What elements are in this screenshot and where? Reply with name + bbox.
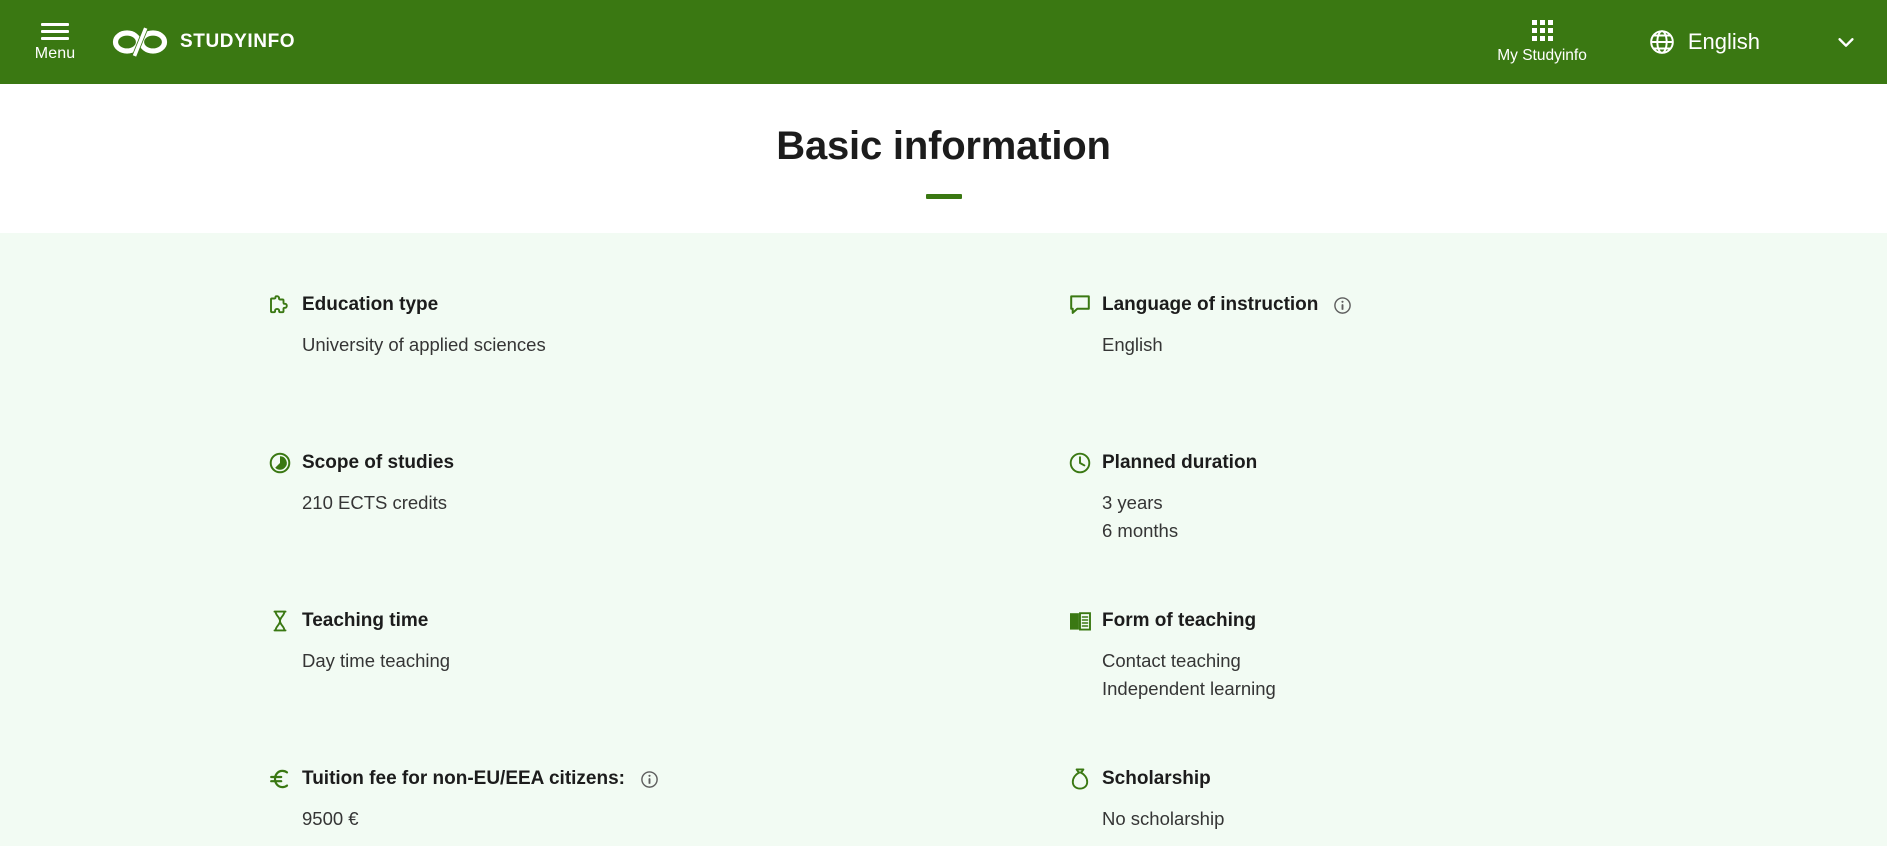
info-item-values: No scholarship: [1068, 805, 1868, 833]
basic-information-section: Education type University of applied scie…: [0, 233, 1887, 846]
info-item-label: Language of instruction: [1102, 293, 1319, 315]
page-title: Basic information: [776, 124, 1111, 168]
menu-toggle-button[interactable]: Menu: [24, 22, 86, 62]
info-item-values: English: [1068, 331, 1868, 359]
info-grid: Education type University of applied scie…: [0, 293, 1887, 846]
info-item-label: Education type: [302, 293, 439, 315]
info-item-values: Contact teaching Independent learning: [1068, 647, 1868, 703]
info-item-value: No scholarship: [1102, 808, 1225, 829]
page-title-band: Basic information: [0, 84, 1887, 233]
brand-home-link[interactable]: STUDYINFO: [112, 25, 295, 59]
info-item-label: Form of teaching: [1102, 609, 1257, 631]
info-item-header: Teaching time: [268, 609, 1068, 633]
chevron-down-icon[interactable]: [1835, 31, 1857, 53]
euro-icon: [268, 767, 292, 791]
info-item-value: 210 ECTS credits: [302, 492, 447, 513]
info-item-value: Contact teaching: [1102, 650, 1241, 671]
info-item-label: Scope of studies: [302, 451, 455, 473]
info-item-value: Day time teaching: [302, 650, 451, 671]
my-studyinfo-label: My Studyinfo: [1497, 47, 1587, 65]
info-item: Language of instruction English: [1068, 293, 1868, 401]
speech-bubble-icon: [1068, 293, 1092, 317]
open-book-icon: [1068, 609, 1092, 633]
info-item: Scholarship No scholarship: [1068, 767, 1868, 846]
header-right-controls: My Studyinfo English: [1483, 0, 1887, 84]
info-item-values: 9500 €: [268, 805, 1068, 833]
brand-name: STUDYINFO: [180, 31, 296, 52]
info-item: Teaching time Day time teaching: [268, 609, 1068, 717]
language-value: English: [1687, 29, 1760, 54]
puzzle-piece-icon: [268, 293, 292, 317]
info-icon[interactable]: [1333, 296, 1352, 315]
info-icon[interactable]: [640, 770, 659, 789]
info-item-values: University of applied sciences: [268, 331, 1068, 359]
info-item-value: 6 months: [1102, 520, 1179, 542]
info-item-value: Independent learning: [1102, 678, 1276, 700]
info-item-header: Education type: [268, 293, 1068, 317]
info-item-header: Tuition fee for non-EU/EEA citizens:: [268, 767, 1068, 791]
info-item-value: University of applied sciences: [302, 334, 546, 355]
info-item-value: 3 years: [1102, 492, 1163, 513]
hamburger-icon: [41, 22, 69, 40]
info-item-header: Planned duration: [1068, 451, 1868, 475]
info-item: Form of teaching Contact teaching Independ…: [1068, 609, 1868, 717]
menu-label: Menu: [34, 44, 76, 62]
info-item: Scope of studies 210 ECTS credits: [268, 451, 1068, 559]
title-underline-rule: [925, 194, 962, 199]
info-item-value: English: [1102, 334, 1163, 355]
info-item-label: Planned duration: [1102, 451, 1258, 473]
info-item-label: Teaching time: [302, 609, 429, 631]
info-item: Tuition fee for non-EU/EEA citizens: 9500…: [268, 767, 1068, 846]
grid-apps-icon: [1531, 20, 1553, 42]
info-item: Planned duration 3 years 6 months: [1068, 451, 1868, 559]
info-item-values: Day time teaching: [268, 647, 1068, 675]
info-item-value: 9500 €: [302, 808, 359, 829]
hourglass-icon: [268, 609, 292, 633]
info-item-values: 3 years 6 months: [1068, 489, 1868, 545]
info-item: Education type University of applied scie…: [268, 293, 1068, 401]
pie-progress-icon: [268, 451, 292, 475]
info-item-values: 210 ECTS credits: [268, 489, 1068, 517]
language-selector[interactable]: English: [1649, 29, 1887, 55]
info-item-label: Tuition fee for non-EU/EEA citizens:: [302, 767, 625, 789]
my-studyinfo-button[interactable]: My Studyinfo: [1483, 20, 1601, 64]
info-item-header: Form of teaching: [1068, 609, 1868, 633]
info-item-header: Language of instruction: [1068, 293, 1868, 317]
globe-icon: [1650, 30, 1674, 54]
money-bag-icon: [1068, 767, 1092, 791]
site-header: Menu STUDYINFO My Studyinfo English: [0, 0, 1887, 84]
info-item-header: Scope of studies: [268, 451, 1068, 475]
info-item-label: Scholarship: [1102, 767, 1211, 789]
clock-icon: [1068, 451, 1092, 475]
info-item-header: Scholarship: [1068, 767, 1868, 791]
infinity-slash-logo-icon: [112, 26, 168, 58]
